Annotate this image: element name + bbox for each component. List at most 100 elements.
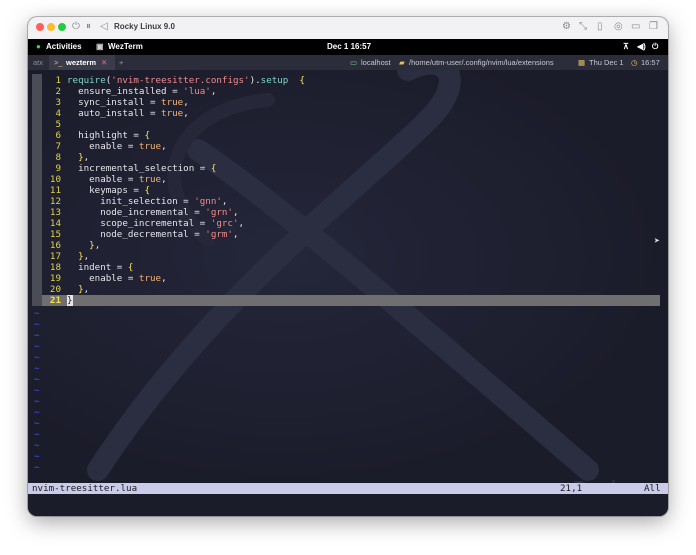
code-line[interactable]: 10 enable = true, <box>42 174 167 185</box>
activities-button[interactable]: Activities <box>46 42 82 51</box>
code-line[interactable]: 16 }, <box>42 240 100 251</box>
line-number: 12 <box>49 196 61 207</box>
code-line[interactable]: 9 incremental_selection = { <box>42 163 216 174</box>
mouse-pointer-icon: ➤ <box>654 236 661 247</box>
power-icon[interactable]: ⏻ <box>72 21 80 33</box>
resize-icon[interactable]: ⤡ <box>579 21 587 33</box>
windows-icon[interactable]: ❐ <box>649 21 658 33</box>
monitor-icon: ▭ <box>350 58 358 67</box>
command-line[interactable] <box>28 494 668 516</box>
cursor-line-highlight <box>42 295 660 306</box>
activities-icon: ● <box>36 42 41 51</box>
host-label: localhost <box>361 58 391 67</box>
line-number: 9 <box>55 163 61 174</box>
maximize-window-button[interactable] <box>58 23 66 31</box>
code-token: true <box>138 141 162 152</box>
empty-line-tilde: ~ <box>34 385 40 396</box>
code-line[interactable]: 5 <box>42 119 67 130</box>
tab-date: Thu Dec 1 <box>589 58 624 67</box>
pause-icon[interactable]: ⏸ <box>86 21 91 33</box>
line-number: 15 <box>49 229 61 240</box>
code-token: sync_install = <box>67 97 162 108</box>
code-line[interactable]: 21} <box>42 295 73 306</box>
status-scroll: All <box>644 483 661 494</box>
code-token: indent = <box>67 262 128 273</box>
empty-line-tilde: ~ <box>34 396 40 407</box>
terminal-prompt-icon: >_ <box>54 58 63 67</box>
network-icon[interactable]: ⊼ <box>623 42 629 51</box>
line-number: 7 <box>55 141 61 152</box>
code-line[interactable]: 14 scope_incremental = 'grc', <box>42 218 244 229</box>
code-line[interactable]: 12 init_selection = 'gnn', <box>42 196 228 207</box>
usb-icon[interactable]: ▯ <box>597 21 603 33</box>
code-token: { <box>210 163 217 174</box>
tab-bar-left-label: atx <box>33 58 44 67</box>
code-token: , <box>161 174 167 185</box>
status-filename: nvim-treesitter.lua <box>32 483 138 494</box>
code-token: , <box>83 284 90 295</box>
code-line[interactable]: 6 highlight = { <box>42 130 150 141</box>
code-token: 'gnn' <box>194 196 222 207</box>
line-number: 21 <box>49 295 61 306</box>
code-token: , <box>83 152 90 163</box>
power-menu-icon[interactable]: ⏻ <box>652 42 658 52</box>
nvim-editor-area[interactable]: 1 require('nvim-treesitter.configs').setu… <box>28 70 668 486</box>
code-token: ). <box>249 75 261 86</box>
code-token: , <box>161 273 167 284</box>
terminal-window: ⏻ ⏸ ◁ Rocky Linux 9.0 ⚙ ⤡ ▯ ◎ ▭ ❐ ● Acti… <box>28 17 668 516</box>
code-token: { <box>299 75 305 86</box>
minimize-window-button[interactable] <box>47 23 55 31</box>
back-icon[interactable]: ◁ <box>100 21 108 33</box>
folder-icon[interactable]: ▭ <box>631 21 640 33</box>
code-line[interactable]: 15 node_decremental = 'grm', <box>42 229 239 240</box>
code-token: node_incremental = <box>67 207 206 218</box>
code-line[interactable]: 3 sync_install = true, <box>42 97 188 108</box>
tab-close-icon[interactable]: ✕ <box>101 58 107 67</box>
text-cursor: } <box>67 295 73 306</box>
code-line[interactable]: 1 require('nvim-treesitter.configs').setu… <box>42 75 305 86</box>
code-line[interactable]: 2 ensure_installed = 'lua', <box>42 86 216 97</box>
code-line[interactable]: 19 enable = true, <box>42 273 167 284</box>
code-line[interactable]: 18 indent = { <box>42 262 133 273</box>
empty-line-tilde: ~ <box>34 341 40 352</box>
volume-icon[interactable]: ◀) <box>637 42 646 51</box>
code-line[interactable]: 7 enable = true, <box>42 141 166 152</box>
code-token: 'grn' <box>205 207 233 218</box>
code-line[interactable]: 11 keymaps = { <box>42 185 150 196</box>
code-token: auto_install = <box>67 108 162 119</box>
new-tab-button[interactable]: + <box>119 58 123 67</box>
empty-line-tilde: ~ <box>34 407 40 418</box>
code-token: keymaps = <box>67 185 145 196</box>
gnome-top-bar: ● Activities ▣ WezTerm Dec 1 16:57 ⊼ ◀) … <box>28 39 668 55</box>
empty-line-tilde: ~ <box>34 374 40 385</box>
code-line[interactable]: 13 node_incremental = 'grn', <box>42 207 239 218</box>
tab-label[interactable]: wezterm <box>66 58 96 67</box>
code-line[interactable]: 8 }, <box>42 152 89 163</box>
code-token: 'grc' <box>210 218 239 229</box>
code-line[interactable]: 20 }, <box>42 284 89 295</box>
code-token: , <box>183 108 189 119</box>
code-token: 'lua' <box>183 86 211 97</box>
settings-icon[interactable]: ⚙ <box>562 21 571 33</box>
code-line[interactable]: 17 }, <box>42 251 89 262</box>
code-token: { <box>144 130 150 141</box>
share-icon[interactable]: ◎ <box>614 21 623 33</box>
line-number: 19 <box>49 273 61 284</box>
app-menu[interactable]: WezTerm <box>108 42 143 51</box>
code-token: setup <box>260 75 289 86</box>
clock[interactable]: Dec 1 16:57 <box>327 42 371 51</box>
code-token: true <box>161 108 184 119</box>
close-window-button[interactable] <box>36 23 44 31</box>
code-line[interactable]: 4 auto_install = true, <box>42 108 189 119</box>
folder-path-icon: ▰ <box>399 58 405 67</box>
empty-line-tilde: ~ <box>34 462 40 473</box>
empty-line-tilde: ~ <box>34 352 40 363</box>
line-number: 2 <box>55 86 61 97</box>
title-bar: ⏻ ⏸ ◁ Rocky Linux 9.0 ⚙ ⤡ ▯ ◎ ▭ ❐ <box>28 17 668 40</box>
empty-line-tilde: ~ <box>34 451 40 462</box>
tab-bar: atx >_ wezterm ✕ + ▭ localhost ▰ /home/u… <box>28 55 668 70</box>
